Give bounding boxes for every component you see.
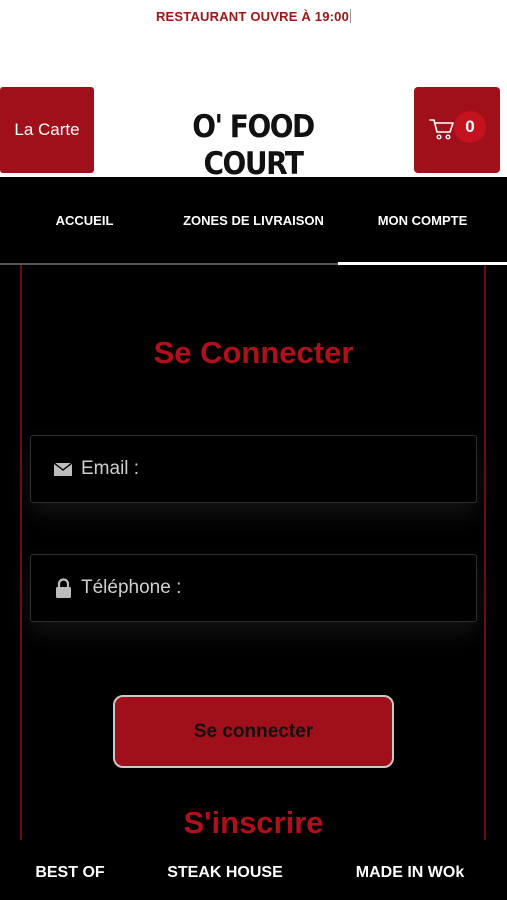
la-carte-label: La Carte [14, 120, 80, 139]
brand-logo: O' FOOD COURT [192, 108, 315, 182]
tab-zones-de-livraison[interactable]: ZONES DE LIVRAISON [169, 177, 338, 263]
status-text: RESTAURANT OUVRE À 19:00 [155, 9, 350, 24]
tab-accueil[interactable]: ACCUEIL [0, 177, 169, 263]
phone-input[interactable] [81, 577, 441, 599]
register-link[interactable]: S'inscrire [0, 805, 507, 841]
category-best-of[interactable]: BEST OF [0, 845, 140, 900]
phone-field[interactable] [30, 554, 477, 622]
main-nav: ACCUEIL ZONES DE LIVRAISON MON COMPTE [0, 177, 507, 265]
status-banner: RESTAURANT OUVRE À 19:00 [0, 9, 507, 24]
cart-count-badge: 0 [454, 111, 486, 143]
email-field[interactable] [30, 435, 477, 503]
category-steak-house[interactable]: STEAK HOUSE [150, 845, 300, 900]
top-header: RESTAURANT OUVRE À 19:00 La Carte O' FOO… [0, 0, 507, 182]
text-caret [350, 9, 352, 23]
cart-button[interactable]: 0 [414, 87, 500, 173]
email-input[interactable] [81, 458, 441, 480]
lock-icon [53, 577, 73, 598]
category-bar: BEST OF STEAK HOUSE MADE IN WOk [0, 845, 507, 900]
la-carte-button[interactable]: La Carte [0, 87, 94, 173]
login-button-label: Se connecter [193, 720, 314, 742]
category-made-in-wok[interactable]: MADE IN WOk [340, 845, 480, 900]
page-title: Se Connecter [153, 335, 354, 370]
login-panel: Se Connecter Se connecter S'inscrire [0, 265, 507, 845]
tab-accueil-label: ACCUEIL [55, 212, 114, 228]
tab-zones-label: ZONES DE LIVRAISON [183, 212, 324, 228]
tab-mon-compte-label: MON COMPTE [377, 212, 468, 228]
tab-mon-compte[interactable]: MON COMPTE [338, 177, 507, 265]
envelope-icon [53, 459, 73, 479]
login-button[interactable]: Se connecter [113, 695, 394, 768]
cart-icon [429, 119, 454, 140]
